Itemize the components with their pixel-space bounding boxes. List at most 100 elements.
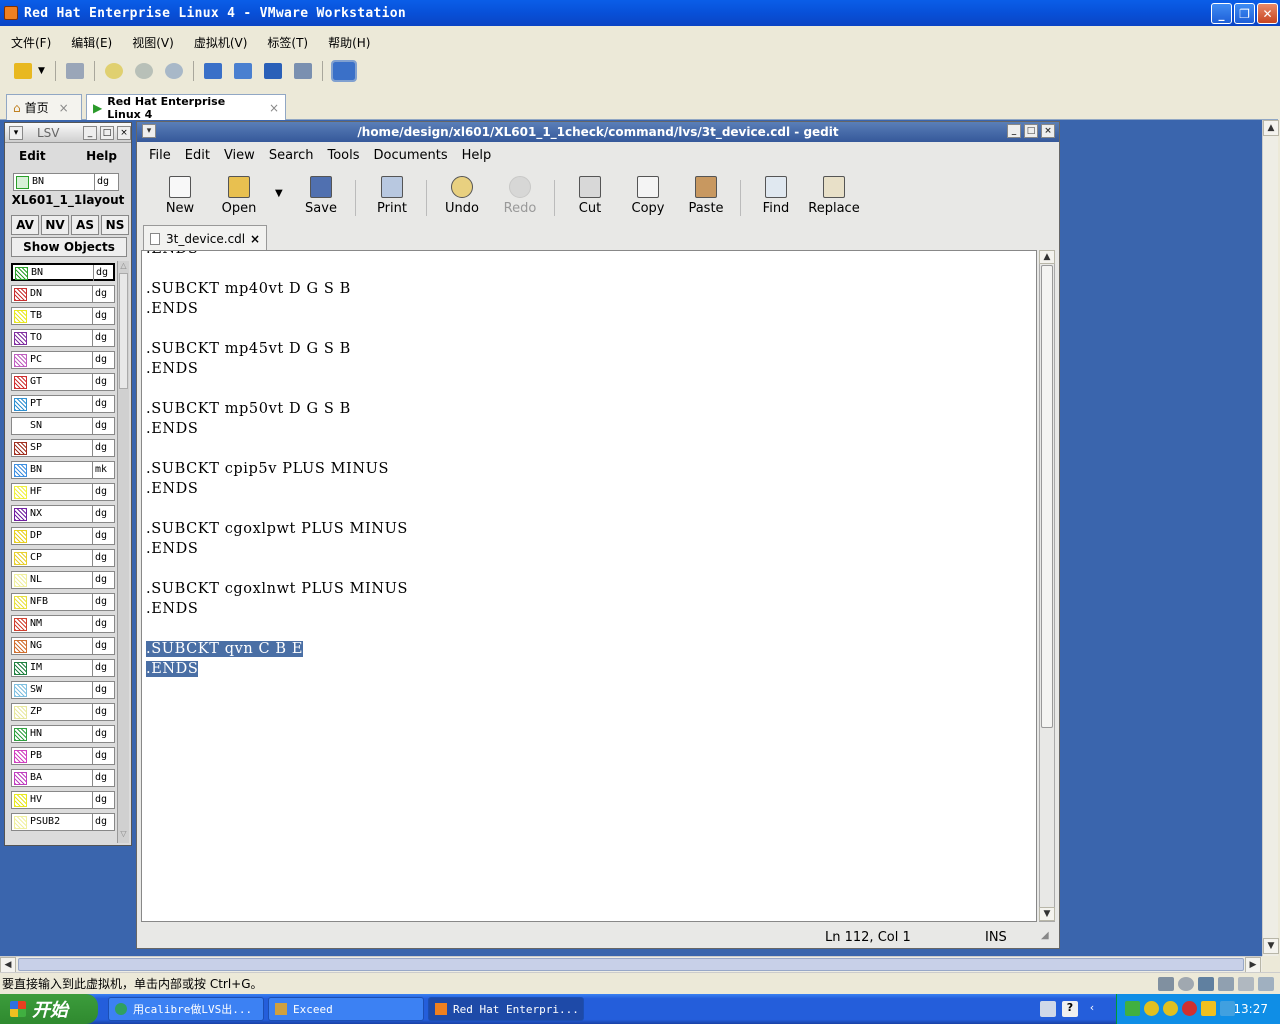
menu-vm[interactable]: 虚拟机(V) <box>194 34 248 51</box>
layer-row[interactable]: SP dg <box>11 439 115 457</box>
resize-grip-icon[interactable]: ◢ <box>1041 930 1049 941</box>
close-tab-icon[interactable]: × <box>269 101 279 115</box>
minimize-button[interactable]: _ <box>1007 124 1021 138</box>
tab-red-hat[interactable]: ▶ Red Hat Enterprise Linux 4 × <box>86 94 286 121</box>
layer-row[interactable]: BN dg <box>11 263 115 281</box>
tray-expand-icon[interactable]: ‹ <box>1084 1001 1100 1017</box>
close-button[interactable]: × <box>117 125 131 140</box>
undo-button[interactable]: Undo <box>434 176 490 216</box>
console-view-icon[interactable] <box>330 60 357 82</box>
minimize-button[interactable]: _ <box>83 125 97 140</box>
antivirus-icon[interactable] <box>1182 1001 1197 1016</box>
menu-edit[interactable]: Edit <box>19 149 46 163</box>
show-objects-button[interactable]: Show Objects <box>11 237 127 257</box>
layer-row[interactable]: NX dg <box>11 505 115 523</box>
network-icon[interactable] <box>1198 976 1214 991</box>
cut-button[interactable]: Cut <box>562 176 618 216</box>
menu-help[interactable]: 帮助(H) <box>328 34 370 51</box>
maximize-button[interactable]: □ <box>100 125 114 140</box>
find-button[interactable]: Find <box>748 176 804 216</box>
window-menu-icon[interactable]: ▾ <box>9 125 23 140</box>
open-recent-arrow-icon[interactable]: ▼ <box>275 188 283 199</box>
vmware-horizontal-scrollbar[interactable]: ◀ ▶ <box>0 956 1262 973</box>
taskbar-item-calibre[interactable]: 用calibre做LVS出... <box>108 997 264 1021</box>
current-layer[interactable]: BN dg <box>13 173 119 191</box>
av-button[interactable]: AV <box>11 215 39 235</box>
save-button[interactable]: Save <box>293 176 349 216</box>
close-tab-icon[interactable]: × <box>250 232 260 246</box>
layer-row[interactable]: NL dg <box>11 571 115 589</box>
layer-row[interactable]: HF dg <box>11 483 115 501</box>
close-tab-icon[interactable]: × <box>59 101 69 115</box>
scroll-thumb[interactable] <box>119 273 128 389</box>
as-button[interactable]: AS <box>71 215 99 235</box>
layer-row[interactable]: BA dg <box>11 769 115 787</box>
open-button[interactable]: Open <box>211 176 267 216</box>
scroll-up-icon[interactable]: ▲ <box>1039 250 1055 264</box>
paste-button[interactable]: Paste <box>678 176 734 216</box>
send-ctrl-alt-del-icon[interactable] <box>65 63 84 79</box>
layer-row[interactable]: NM dg <box>11 615 115 633</box>
snapshot-manager-icon[interactable] <box>164 63 183 79</box>
close-button[interactable]: × <box>1041 124 1055 138</box>
layer-row[interactable]: TB dg <box>11 307 115 325</box>
menu-help[interactable]: Help <box>462 148 492 163</box>
qq-icon[interactable] <box>1144 1001 1159 1016</box>
tab-home[interactable]: ⌂ 首页 × <box>6 94 82 120</box>
layer-row[interactable]: NG dg <box>11 637 115 655</box>
qq-icon[interactable] <box>1163 1001 1178 1016</box>
menu-view[interactable]: 视图(V) <box>132 34 174 51</box>
close-button[interactable]: ✕ <box>1257 3 1278 24</box>
layer-row[interactable]: BN mk <box>11 461 115 479</box>
menu-tabs[interactable]: 标签(T) <box>267 34 308 51</box>
scroll-thumb[interactable] <box>1041 265 1053 728</box>
editor-vertical-scrollbar[interactable]: ▲ ▼ <box>1039 250 1055 922</box>
layer-row[interactable]: SW dg <box>11 681 115 699</box>
maximize-button[interactable]: □ <box>1024 124 1038 138</box>
layer-row[interactable]: PC dg <box>11 351 115 369</box>
scroll-right-icon[interactable]: ▶ <box>1245 957 1261 973</box>
layer-row[interactable]: PT dg <box>11 395 115 413</box>
nv-button[interactable]: NV <box>41 215 69 235</box>
layer-list-scrollbar[interactable]: △ ▽ <box>117 261 129 843</box>
scroll-left-icon[interactable]: ◀ <box>0 957 16 973</box>
ns-button[interactable]: NS <box>101 215 129 235</box>
cdrom-icon[interactable] <box>1178 976 1194 991</box>
document-tab[interactable]: 3t_device.cdl × <box>143 225 267 251</box>
dropdown-arrow-icon[interactable]: ▼ <box>38 66 45 76</box>
scroll-up-icon[interactable]: ▲ <box>1263 120 1279 136</box>
security-icon[interactable] <box>1201 1001 1216 1016</box>
minimize-button[interactable]: _ <box>1211 3 1232 24</box>
show-sidebar-icon[interactable] <box>203 63 222 79</box>
text-editor[interactable]: .ENDS .SUBCKT mp40vt D G S B .ENDS .SUBCKT … <box>141 250 1037 922</box>
new-button[interactable]: New <box>152 176 208 216</box>
snapshot-icon[interactable] <box>104 63 123 79</box>
quick-switch-icon[interactable] <box>233 63 252 79</box>
revert-snapshot-icon[interactable] <box>134 63 153 79</box>
usb-icon[interactable] <box>1218 976 1234 991</box>
keyboard-icon[interactable] <box>1040 1001 1056 1017</box>
layer-row[interactable]: DP dg <box>11 527 115 545</box>
menu-edit[interactable]: Edit <box>185 148 210 163</box>
unity-icon[interactable] <box>293 63 312 79</box>
scroll-down-icon[interactable]: ▼ <box>1039 907 1055 921</box>
pause-icon[interactable] <box>14 63 32 79</box>
menu-search[interactable]: Search <box>269 148 314 163</box>
layer-row[interactable]: HV dg <box>11 791 115 809</box>
scroll-thumb[interactable] <box>18 958 1244 971</box>
scroll-down-icon[interactable]: ▼ <box>1263 938 1279 954</box>
network-status-icon[interactable] <box>1125 1001 1140 1016</box>
taskbar-item-vmware[interactable]: Red Hat Enterpri... <box>428 997 584 1021</box>
window-menu-icon[interactable]: ▾ <box>142 124 156 138</box>
full-screen-icon[interactable] <box>263 63 282 79</box>
layer-row[interactable]: DN dg <box>11 285 115 303</box>
layer-row[interactable]: SN dg <box>11 417 115 435</box>
help-icon[interactable]: ? <box>1062 1001 1078 1017</box>
layer-row[interactable]: IM dg <box>11 659 115 677</box>
replace-button[interactable]: Replace <box>804 176 864 216</box>
print-button[interactable]: Print <box>364 176 420 216</box>
vmware-vertical-scrollbar[interactable]: ▲ ▼ <box>1262 120 1279 956</box>
menu-file[interactable]: 文件(F) <box>11 34 51 51</box>
sound-icon[interactable] <box>1238 976 1254 991</box>
layer-row[interactable]: HN dg <box>11 725 115 743</box>
